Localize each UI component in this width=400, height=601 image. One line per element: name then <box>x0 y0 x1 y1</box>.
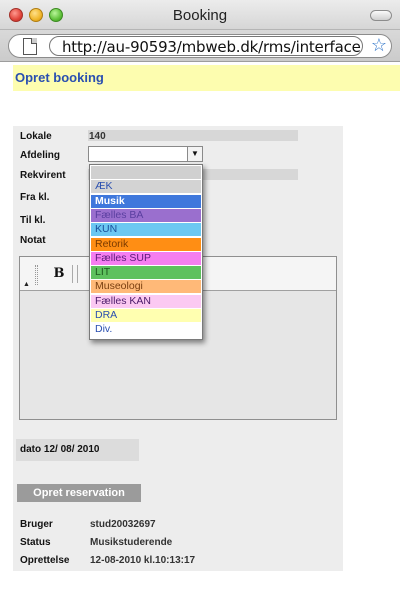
toolbar-grip[interactable] <box>35 265 38 285</box>
page-icon <box>23 38 37 55</box>
dropdown-option[interactable]: Fælles BA <box>91 208 201 222</box>
toolbar-toggle-button[interactable] <box>370 10 392 21</box>
url-field[interactable]: http://au-90593/mbweb.dk/rms/interface/ <box>49 36 363 56</box>
page-title: Opret booking <box>15 70 104 85</box>
oprettelse-label: Oprettelse <box>20 555 70 566</box>
til-kl-label: Til kl. <box>20 215 46 226</box>
toolbar-divider <box>72 265 73 283</box>
dropdown-option[interactable] <box>91 166 201 179</box>
date-field[interactable]: dato 12/ 08/ 2010 <box>16 439 139 461</box>
dropdown-option[interactable]: ÆK <box>91 180 201 194</box>
url-text: http://au-90593/mbweb.dk/rms/interface/ <box>62 38 363 56</box>
dropdown-option[interactable]: Retorik <box>91 237 201 251</box>
bruger-label: Bruger <box>20 519 53 530</box>
status-value: Musikstuderende <box>90 537 173 548</box>
star-icon[interactable]: ☆ <box>371 35 387 56</box>
dropdown-option[interactable]: KUN <box>91 223 201 237</box>
status-label: Status <box>20 537 51 548</box>
dropdown-option[interactable]: Div. <box>91 323 201 337</box>
oprettelse-value: 12-08-2010 kl.10:13:17 <box>90 555 196 566</box>
afdeling-select[interactable]: ▼ <box>88 146 203 162</box>
dropdown-option[interactable]: Musik <box>91 194 201 208</box>
browser-toolbar: http://au-90593/mbweb.dk/rms/interface/ … <box>0 30 400 62</box>
lokale-field <box>88 130 298 141</box>
afdeling-label: Afdeling <box>20 150 60 161</box>
toolbar-divider <box>77 265 78 283</box>
bold-button[interactable]: B <box>48 263 70 285</box>
page-header: Opret booking <box>13 65 400 91</box>
window-titlebar: Booking <box>0 0 400 30</box>
dropdown-option[interactable]: LIT <box>91 266 201 280</box>
dropdown-option[interactable]: Fælles KAN <box>91 294 201 308</box>
afdeling-dropdown-list: ÆK Musik Fælles BA KUN Retorik Fælles SUP LIT M… <box>89 164 203 340</box>
collapse-toolbar-icon[interactable]: ▲ <box>23 281 30 288</box>
window-title: Booking <box>172 7 228 24</box>
lokale-label: Lokale <box>20 131 52 142</box>
dropdown-option[interactable]: Museologi <box>91 280 201 294</box>
lokale-value: 140 <box>89 131 106 142</box>
dropdown-option[interactable]: Fælles SUP <box>91 251 201 265</box>
notat-label: Notat <box>20 235 46 246</box>
rekvirent-label: Rekvirent <box>20 170 66 181</box>
fra-kl-label: Fra kl. <box>20 192 50 203</box>
address-bar[interactable]: http://au-90593/mbweb.dk/rms/interface/ … <box>8 34 392 58</box>
dropdown-option[interactable]: DRA <box>91 309 201 322</box>
opret-reservation-button[interactable]: Opret reservation <box>17 484 141 502</box>
bruger-value: stud20032697 <box>90 519 156 530</box>
chevron-down-icon[interactable]: ▼ <box>187 147 202 161</box>
